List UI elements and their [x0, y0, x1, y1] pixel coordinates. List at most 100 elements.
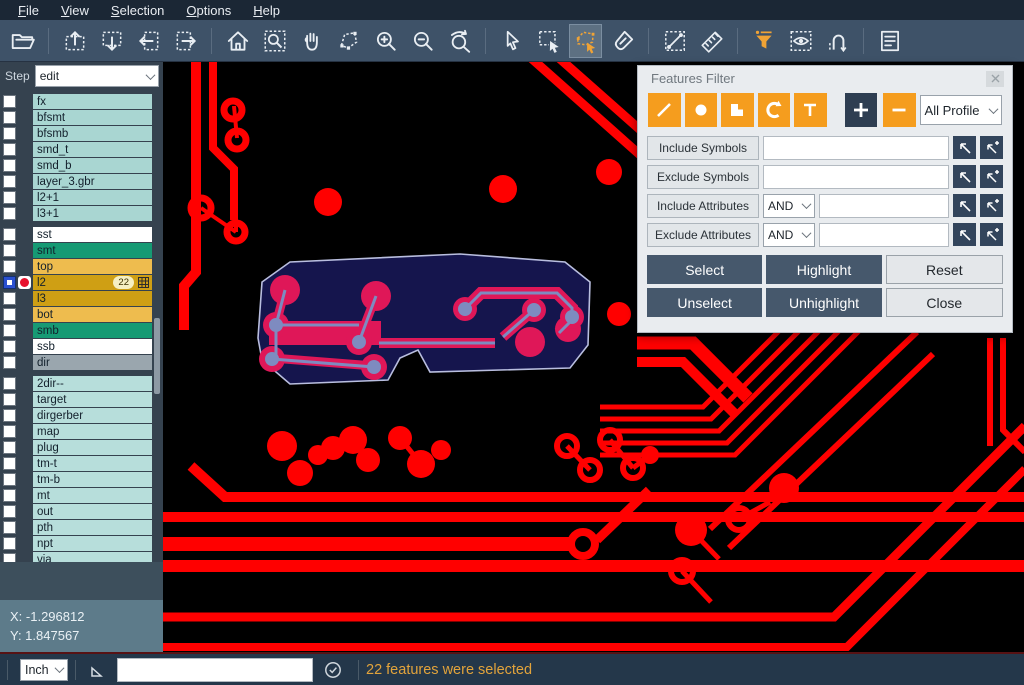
add-mode-button[interactable]: [845, 93, 878, 127]
include-logic-select[interactable]: AND: [763, 194, 815, 218]
unhighlight-button[interactable]: Unhighlight: [766, 288, 881, 317]
layer-visibility-checkbox[interactable]: [3, 393, 16, 406]
layer-visibility-checkbox[interactable]: [3, 95, 16, 108]
layer-name[interactable]: l3+1: [33, 206, 152, 221]
layer-row-mt[interactable]: mt: [0, 488, 163, 503]
pick-attribute-icon[interactable]: [953, 194, 976, 217]
features-filter-button[interactable]: [747, 24, 780, 58]
angle-measure-icon[interactable]: [87, 660, 107, 680]
layer-row-plug[interactable]: plug: [0, 440, 163, 455]
layer-name[interactable]: tm-t: [33, 456, 152, 471]
layer-row-smb[interactable]: smb: [0, 323, 163, 338]
layer-row-target[interactable]: target: [0, 392, 163, 407]
menu-options[interactable]: Options: [176, 2, 241, 19]
measure-distance-button[interactable]: [658, 24, 691, 58]
layer-name[interactable]: 2dir--: [33, 376, 152, 391]
select-arrow-button[interactable]: [495, 24, 528, 58]
pick-attribute-icon[interactable]: [953, 223, 976, 246]
text-feature-button[interactable]: [794, 93, 827, 127]
zoom-previous-button[interactable]: [443, 24, 476, 58]
refresh-check-icon[interactable]: [323, 660, 343, 680]
open-folder-button[interactable]: [6, 24, 39, 58]
layer-name[interactable]: smd_b: [33, 158, 152, 173]
layer-visibility-checkbox[interactable]: [3, 489, 16, 502]
layer-name[interactable]: top: [33, 259, 152, 274]
layer-visibility-checkbox[interactable]: [3, 228, 16, 241]
clear-selection-brush-button[interactable]: [606, 24, 639, 58]
snap-mode-button[interactable]: [821, 24, 854, 58]
layer-visibility-checkbox[interactable]: [3, 324, 16, 337]
layer-row-bfsmb[interactable]: bfsmb: [0, 126, 163, 141]
unselect-button[interactable]: Unselect: [647, 288, 762, 317]
layer-visibility-checkbox[interactable]: [3, 441, 16, 454]
home-view-button[interactable]: [221, 24, 254, 58]
layer-row-out[interactable]: out: [0, 504, 163, 519]
layer-row-dir[interactable]: dir: [0, 355, 163, 370]
layer-name[interactable]: target: [33, 392, 152, 407]
layer-visibility-checkbox[interactable]: [3, 292, 16, 305]
exclude-attributes-input[interactable]: [819, 223, 949, 247]
layer-row-top[interactable]: top: [0, 259, 163, 274]
measure-ruler-button[interactable]: [695, 24, 728, 58]
layer-row-map[interactable]: map: [0, 424, 163, 439]
pick-add-attribute-icon[interactable]: [980, 194, 1003, 217]
layer-visibility-checkbox[interactable]: [3, 425, 16, 438]
exclude-symbols-input[interactable]: [763, 165, 949, 189]
select-button[interactable]: Select: [647, 255, 762, 284]
layer-row-bfsmt[interactable]: bfsmt: [0, 110, 163, 125]
layer-visibility-checkbox[interactable]: [3, 340, 16, 353]
step-up-button[interactable]: [58, 24, 91, 58]
layer-visibility-checkbox[interactable]: [3, 207, 16, 220]
line-feature-button[interactable]: [648, 93, 681, 127]
layer-visibility-checkbox[interactable]: [3, 276, 16, 289]
zoom-window-button[interactable]: [258, 24, 291, 58]
layer-row-bot[interactable]: bot: [0, 307, 163, 322]
pick-symbol-icon[interactable]: [953, 136, 976, 159]
layer-visibility-checkbox[interactable]: [3, 505, 16, 518]
view-options-button[interactable]: [784, 24, 817, 58]
layer-row-l2+1[interactable]: l2+1: [0, 190, 163, 205]
layer-name[interactable]: smd_t: [33, 142, 152, 157]
layer-name[interactable]: layer_3.gbr: [33, 174, 152, 189]
include-attributes-input[interactable]: [819, 194, 949, 218]
layer-visibility-checkbox[interactable]: [3, 191, 16, 204]
layer-row-l2[interactable]: l222: [0, 275, 163, 290]
layer-visibility-checkbox[interactable]: [3, 537, 16, 550]
layer-name[interactable]: smt: [33, 243, 152, 258]
layer-visibility-checkbox[interactable]: [3, 260, 16, 273]
arc-feature-button[interactable]: [758, 93, 791, 127]
layer-grid-icon[interactable]: [138, 277, 149, 288]
layer-name[interactable]: bfsmb: [33, 126, 152, 141]
layer-name[interactable]: out: [33, 504, 152, 519]
layer-row-sst[interactable]: sst: [0, 227, 163, 242]
layer-row-layer_3.gbr[interactable]: layer_3.gbr: [0, 174, 163, 189]
layer-visibility-checkbox[interactable]: [3, 159, 16, 172]
layer-name[interactable]: smb: [33, 323, 152, 338]
layer-visibility-checkbox[interactable]: [3, 175, 16, 188]
pan-hand-button[interactable]: [295, 24, 328, 58]
pick-symbol-icon[interactable]: [953, 165, 976, 188]
unit-select[interactable]: Inch: [20, 659, 68, 681]
layer-row-tm-b[interactable]: tm-b: [0, 472, 163, 487]
layer-name[interactable]: mt: [33, 488, 152, 503]
layer-visibility-checkbox[interactable]: [3, 409, 16, 422]
command-input[interactable]: [117, 658, 313, 682]
layer-name[interactable]: npt: [33, 536, 152, 551]
layer-row-smd_b[interactable]: smd_b: [0, 158, 163, 173]
surface-feature-button[interactable]: [721, 93, 754, 127]
layer-name[interactable]: l222: [33, 275, 152, 290]
layer-visibility-checkbox[interactable]: [3, 473, 16, 486]
step-down-button[interactable]: [95, 24, 128, 58]
layer-name[interactable]: l2+1: [33, 190, 152, 205]
exclude-attributes-button[interactable]: Exclude Attributes: [647, 223, 759, 247]
layer-visibility-checkbox[interactable]: [3, 457, 16, 470]
layer-name[interactable]: plug: [33, 440, 152, 455]
menu-selection[interactable]: Selection: [101, 2, 174, 19]
layer-visibility-checkbox[interactable]: [3, 143, 16, 156]
layer-visibility-checkbox[interactable]: [3, 377, 16, 390]
zoom-in-button[interactable]: [369, 24, 402, 58]
layer-visibility-checkbox[interactable]: [3, 521, 16, 534]
layer-name[interactable]: l3: [33, 291, 152, 306]
close-icon[interactable]: [986, 71, 1004, 87]
zoom-polygon-button[interactable]: [332, 24, 365, 58]
